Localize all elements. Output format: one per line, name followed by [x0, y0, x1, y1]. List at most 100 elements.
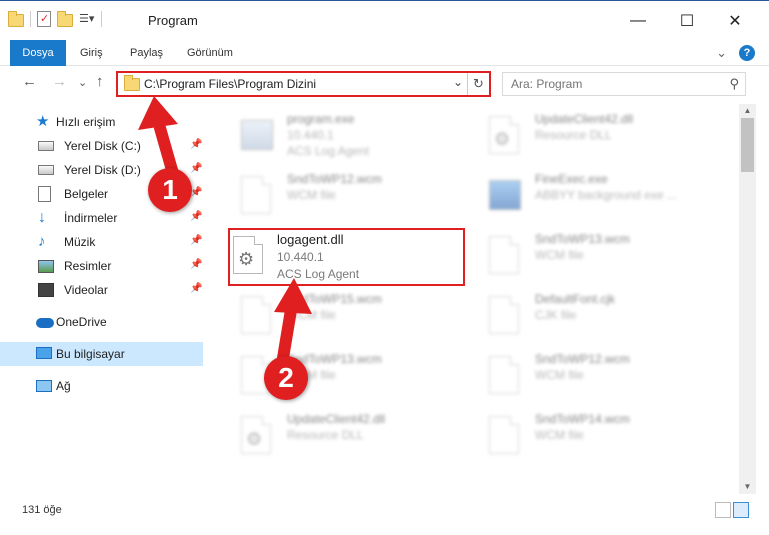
tab-share[interactable]: Paylaş: [130, 40, 163, 66]
pin-icon: 📌: [190, 139, 203, 150]
window-title: Program: [148, 13, 198, 28]
file-item[interactable]: SndToWP12.wcm WCM file: [225, 168, 465, 224]
sidebar-item-network[interactable]: Ağ: [0, 374, 203, 398]
customize-toolbar-icon[interactable]: ☰▾: [79, 11, 95, 27]
highlight-box: [228, 228, 465, 286]
file-detail: Resource DLL: [535, 128, 612, 142]
sidebar-item-label: OneDrive: [56, 315, 107, 329]
file-icon: [241, 176, 271, 214]
file-detail: WCM file: [535, 368, 584, 382]
help-icon[interactable]: ?: [739, 45, 755, 61]
file-list: program.exe 10.440.1 ACS Log Agent ⚙ Upd…: [215, 104, 737, 494]
refresh-icon[interactable]: ↻: [467, 73, 489, 95]
pictures-icon: [38, 260, 54, 273]
file-icon: [489, 236, 519, 274]
file-item[interactable]: program.exe 10.440.1 ACS Log Agent: [225, 108, 465, 164]
sidebar-item-videos[interactable]: Videolar 📌: [0, 278, 203, 302]
sidebar-item-label: Videolar: [64, 283, 108, 297]
file-item[interactable]: SndToWP12.wcm WCM file: [473, 348, 713, 404]
file-item[interactable]: SndToWP15.wcm WCM file: [225, 288, 465, 344]
file-icon: [489, 416, 519, 454]
new-folder-icon[interactable]: [57, 10, 73, 27]
sidebar-item-label: Yerel Disk (C:): [64, 139, 141, 153]
sidebar-item-quick-access[interactable]: ★ Hızlı erişim: [0, 110, 203, 134]
tab-file[interactable]: Dosya: [10, 40, 66, 66]
sidebar-item-drive-c[interactable]: Yerel Disk (C:) 📌: [0, 134, 203, 158]
file-detail: WCM file: [535, 248, 584, 262]
videos-icon: [38, 283, 54, 297]
scroll-thumb[interactable]: [741, 118, 754, 172]
search-icon[interactable]: ⚲: [729, 76, 739, 92]
file-item[interactable]: DefaultFont.cjk CJK file: [473, 288, 713, 344]
dll-icon: ⚙: [241, 416, 271, 454]
pin-icon: 📌: [190, 235, 203, 246]
file-item[interactable]: ⚙ UpdateClient42.dll Resource DLL: [225, 408, 465, 464]
file-item[interactable]: SndToWP13.wcm WCM file: [225, 348, 465, 404]
details-view-icon[interactable]: [715, 502, 731, 518]
exe-icon: [489, 180, 521, 210]
file-name: DefaultFont.cjk: [535, 292, 616, 306]
sidebar-item-label: Müzik: [64, 235, 96, 249]
search-input[interactable]: [503, 73, 703, 95]
documents-icon: [38, 186, 51, 202]
music-icon: ♪: [38, 233, 46, 250]
file-item[interactable]: SndToWP14.wcm WCM file: [473, 408, 713, 464]
downloads-icon: ↓: [38, 209, 46, 226]
chevron-down-icon[interactable]: ⌄: [716, 45, 727, 61]
star-icon: ★: [36, 113, 50, 130]
address-path[interactable]: C:\Program Files\Program Dizini: [144, 77, 316, 91]
properties-icon[interactable]: [37, 11, 51, 27]
file-item[interactable]: FineExec.exe ABBYY background exe ...: [473, 168, 713, 224]
forward-button[interactable]: →: [52, 73, 67, 90]
tab-home[interactable]: Giriş: [80, 40, 103, 66]
file-name: program.exe: [287, 112, 355, 126]
up-button[interactable]: ↑: [96, 73, 104, 90]
drive-icon: [38, 141, 54, 151]
address-bar[interactable]: C:\Program Files\Program Dizini ⌄ ↻: [116, 71, 491, 97]
file-name: SndToWP14.wcm: [535, 412, 630, 426]
file-icon: [241, 296, 271, 334]
file-item[interactable]: ⚙ UpdateClient42.dll Resource DLL: [473, 108, 713, 164]
step-2-badge: 2: [264, 356, 308, 400]
file-icon: [489, 356, 519, 394]
chevron-down-icon[interactable]: ⌄: [453, 75, 463, 89]
tiles-view-icon[interactable]: [733, 502, 749, 518]
file-name: SndToWP13.wcm: [535, 232, 630, 246]
minimize-button[interactable]: —: [615, 1, 661, 41]
sidebar-item-label: Ağ: [56, 379, 71, 393]
step-1-badge: 1: [148, 168, 192, 212]
file-detail: Resource DLL: [287, 428, 364, 442]
pin-icon: 📌: [190, 163, 203, 174]
status-bar: 131 öğe: [0, 500, 769, 522]
scroll-down-icon[interactable]: ▼: [739, 480, 756, 494]
dll-icon: ⚙: [489, 116, 519, 154]
search-box[interactable]: ⚲: [502, 72, 746, 96]
file-name: SndToWP15.wcm: [287, 292, 382, 306]
folder-icon: [124, 75, 140, 91]
sidebar-item-label: Yerel Disk (D:): [64, 163, 141, 177]
maximize-button[interactable]: ☐: [664, 1, 710, 41]
tab-view[interactable]: Görünüm: [187, 40, 233, 66]
file-detail: ABBYY background exe ...: [535, 188, 677, 202]
close-button[interactable]: ✕: [712, 1, 758, 41]
sidebar-item-this-pc[interactable]: Bu bilgisayar: [0, 342, 203, 366]
navigation-pane: ★ Hızlı erişim Yerel Disk (C:) 📌 Yerel D…: [0, 104, 205, 494]
drive-icon: [38, 165, 54, 175]
ribbon: Dosya Giriş Paylaş Görünüm ⌄ ?: [0, 40, 769, 66]
back-button[interactable]: ←: [22, 73, 37, 90]
file-item[interactable]: SndToWP13.wcm WCM file: [473, 228, 713, 284]
sidebar-item-pictures[interactable]: Resimler 📌: [0, 254, 203, 278]
recent-locations-button[interactable]: ⌄: [78, 76, 87, 89]
scroll-up-icon[interactable]: ▲: [739, 104, 756, 118]
navigation-bar: ← → ⌄ ↑ C:\Program Files\Program Dizini …: [0, 67, 769, 101]
title-bar: ☰▾ Program — ☐ ✕: [0, 0, 769, 40]
file-name: SndToWP12.wcm: [287, 172, 382, 186]
sidebar-item-onedrive[interactable]: OneDrive: [0, 310, 203, 334]
file-name: UpdateClient42.dll: [535, 112, 634, 126]
file-detail: WCM file: [287, 188, 336, 202]
sidebar-item-label: Bu bilgisayar: [56, 347, 125, 361]
sidebar-item-label: Resimler: [64, 259, 112, 273]
sidebar-item-music[interactable]: ♪ Müzik 📌: [0, 230, 203, 254]
pin-icon: 📌: [190, 211, 203, 222]
vertical-scrollbar[interactable]: ▲ ▼: [739, 104, 756, 494]
